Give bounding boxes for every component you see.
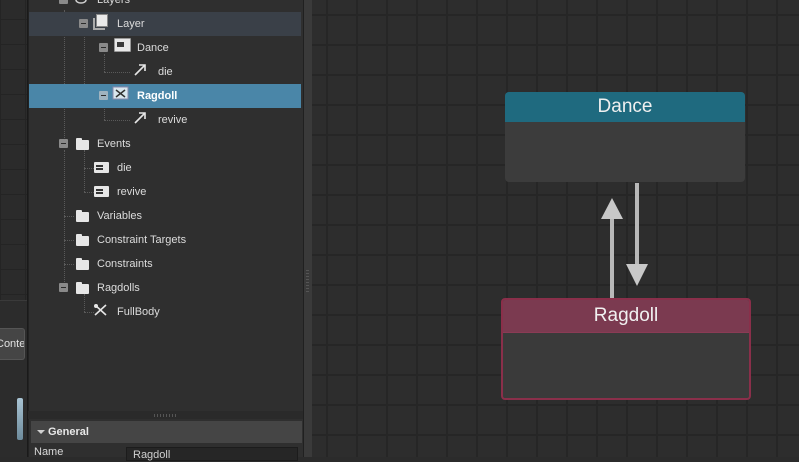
tree-item-label: revive [158, 114, 188, 126]
tree-item-label: revive [117, 186, 147, 198]
tree-item-label: Ragdolls [97, 282, 140, 294]
tree-item-label: FullBody [117, 306, 160, 318]
section-title: General [48, 426, 89, 438]
folder-icon [74, 207, 92, 225]
state-graph-canvas[interactable]: Dance Ragdoll [312, 0, 799, 457]
tree-item-fullbody[interactable]: FullBody [29, 300, 301, 324]
tree-item-label: Dance [137, 42, 169, 54]
folder-icon [74, 279, 92, 297]
folder-icon [74, 135, 92, 153]
left-divider [0, 300, 27, 301]
tree-item-events[interactable]: Events [29, 132, 301, 156]
content-tab[interactable]: Content [0, 328, 25, 360]
left-grid-area [0, 0, 27, 300]
splitter-grip[interactable] [306, 270, 309, 294]
collapse-toggle[interactable] [79, 19, 88, 28]
tree-item-ragdoll-state[interactable]: Ragdoll [29, 84, 301, 108]
tree-item-layers[interactable]: Layers [29, 0, 301, 12]
state-icon [113, 36, 131, 54]
tree-item-revive-transition[interactable]: revive [29, 108, 301, 132]
tree-item-layer[interactable]: Layer [29, 12, 301, 36]
tree-item-label: Ragdoll [137, 90, 178, 102]
state-node-ragdoll[interactable]: Ragdoll [501, 298, 751, 400]
tree-item-constraint-targets[interactable]: Constraint Targets [29, 228, 301, 252]
event-icon [93, 183, 111, 201]
ragdoll-state-icon [112, 85, 130, 103]
collapse-toggle[interactable] [59, 283, 68, 292]
left-scroll-handle[interactable] [17, 398, 23, 440]
resize-grip[interactable] [154, 414, 178, 417]
tree-item-label: Constraints [97, 258, 153, 270]
collapse-toggle[interactable] [99, 91, 108, 100]
event-icon [93, 159, 111, 177]
folder-icon [74, 255, 92, 273]
tree-item-label: Layers [97, 0, 131, 6]
tree-item-label: Layer [117, 18, 145, 30]
tree-item-label: Constraint Targets [97, 234, 187, 246]
tree-item-label: Variables [97, 210, 143, 222]
hierarchy-panel: Layers Layer Dance die Ragdoll revive Ev… [28, 0, 304, 457]
properties-resize-handle[interactable] [28, 411, 303, 419]
tree-item-revive-event[interactable]: revive [29, 180, 301, 204]
transition-arrow-icon [132, 61, 150, 79]
tree-item-label: Events [97, 138, 131, 150]
collapse-toggle[interactable] [59, 139, 68, 148]
name-label: Name [34, 446, 64, 458]
tree-item-label: die [158, 66, 173, 78]
tree-item-die-transition[interactable]: die [29, 60, 301, 84]
layers-icon [74, 0, 92, 9]
folder-icon [74, 231, 92, 249]
tree-item-constraints[interactable]: Constraints [29, 252, 301, 276]
left-dock-strip: Content [0, 0, 28, 457]
transition-ragdoll-to-dance[interactable] [601, 198, 623, 298]
collapse-toggle[interactable] [59, 0, 68, 4]
tree-item-dance-state[interactable]: Dance [29, 36, 301, 60]
collapse-toggle[interactable] [99, 43, 108, 52]
transition-dance-to-ragdoll[interactable] [626, 183, 648, 286]
name-field[interactable]: Ragdoll [126, 447, 298, 461]
state-node-title: Ragdoll [503, 300, 749, 333]
general-section-header[interactable]: General [31, 421, 302, 443]
tree-item-ragdolls[interactable]: Ragdolls [29, 276, 301, 300]
ragdoll-icon [92, 302, 110, 320]
transition-arrow-icon [132, 109, 150, 127]
tree-item-label: die [117, 162, 132, 174]
collapse-triangle-icon [37, 430, 45, 434]
tree-item-die-event[interactable]: die [29, 156, 301, 180]
tree-item-variables[interactable]: Variables [29, 204, 301, 228]
layer-icon [92, 13, 110, 31]
